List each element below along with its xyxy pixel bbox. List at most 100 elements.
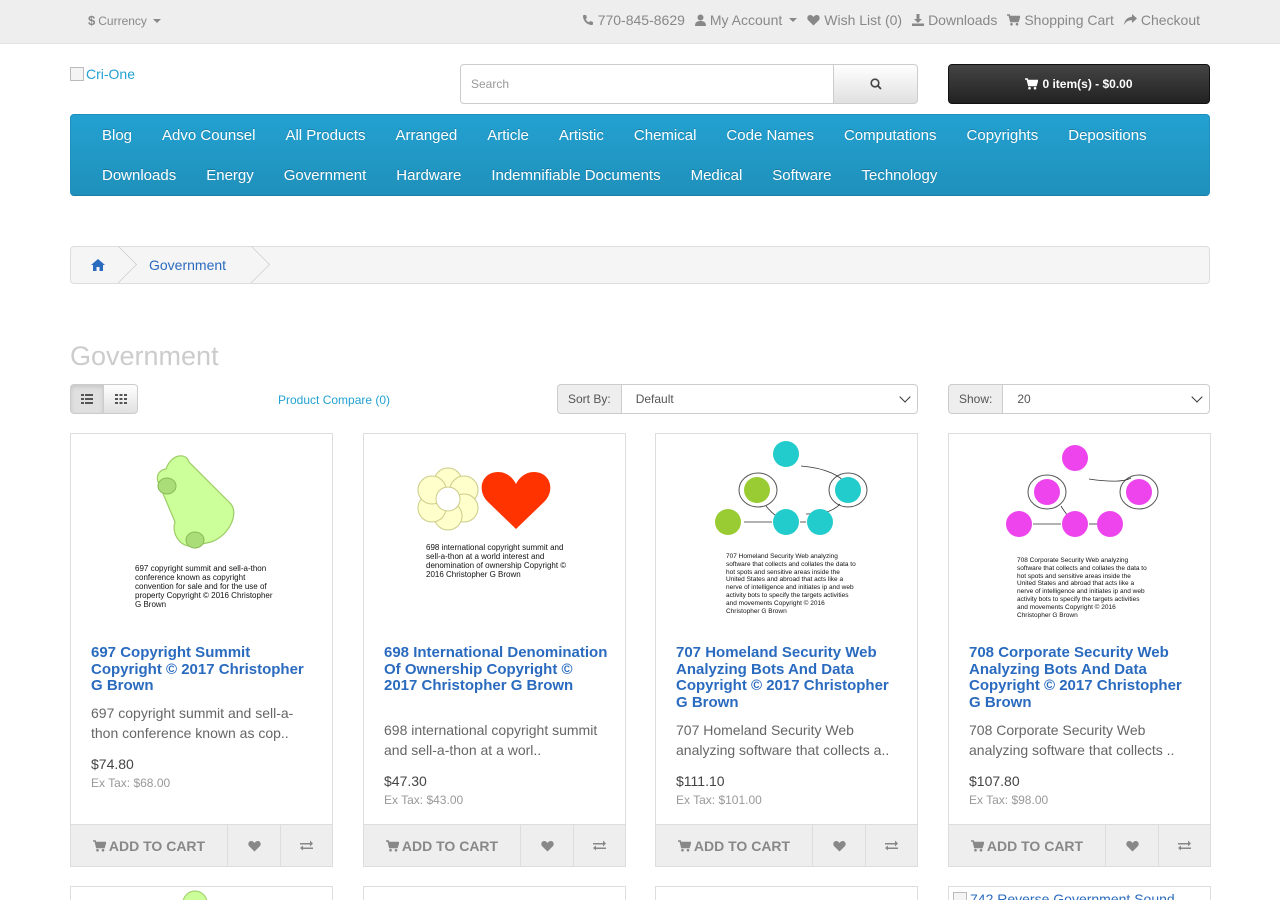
- menu-item-energy[interactable]: Energy: [191, 167, 269, 184]
- product-title[interactable]: 698 International Denomination Of Owners…: [384, 644, 608, 695]
- site-logo[interactable]: Cri-One: [70, 66, 135, 82]
- menu-item-arranged[interactable]: Arranged: [380, 127, 472, 144]
- product-image[interactable]: 697 copyright summit and sell-a-thon con…: [71, 434, 332, 634]
- downloads-link[interactable]: Downloads: [912, 12, 997, 28]
- product-card: 698 international copyright summit and s…: [363, 433, 626, 867]
- show-select[interactable]: 20: [1002, 384, 1210, 414]
- menu-row-1: Blog Advo Counsel All Products Arranged …: [87, 115, 1193, 155]
- search-input[interactable]: [460, 64, 834, 104]
- compare-button[interactable]: [281, 825, 333, 867]
- wishlist-link[interactable]: Wish List (0): [807, 12, 902, 28]
- chevron-down-icon: [152, 18, 161, 23]
- menu-item-technology[interactable]: Technology: [846, 167, 952, 184]
- product-compare-link[interactable]: Product Compare (0): [278, 393, 390, 407]
- menu-item-artistic[interactable]: Artistic: [544, 127, 619, 144]
- product-card: [363, 886, 626, 900]
- product-image-alt-link[interactable]: 742 Reverse Government Sound: [953, 891, 1175, 900]
- add-to-wishlist-button[interactable]: [813, 825, 866, 867]
- product-image[interactable]: 698 international copyright summit and s…: [364, 434, 625, 634]
- checkout-label: Checkout: [1140, 12, 1200, 28]
- share-icon: [1123, 14, 1137, 26]
- product-card: [655, 886, 918, 900]
- product-ex-tax: Ex Tax: $43.00: [384, 793, 464, 807]
- phone-link[interactable]: 770-845-8629: [582, 12, 685, 28]
- product-title[interactable]: 697 Copyright Summit Copyright © 2017 Ch…: [91, 644, 315, 695]
- sort-control: Sort By: Default: [557, 384, 918, 414]
- menu-item-government[interactable]: Government: [269, 167, 382, 184]
- cart-icon: [92, 839, 106, 852]
- product-image[interactable]: 707 Homeland Security Web analyzing soft…: [656, 434, 917, 634]
- breadcrumb-home[interactable]: [71, 247, 119, 283]
- image-caption: 707 Homeland Security Web analyzing soft…: [726, 553, 856, 615]
- add-to-cart-button[interactable]: Add to Cart: [70, 825, 228, 867]
- add-to-wishlist-button[interactable]: [228, 825, 281, 867]
- compare-button[interactable]: [1159, 825, 1211, 867]
- cart-icon: [385, 839, 399, 852]
- menu-row-2: Downloads Energy Government Hardware Ind…: [87, 155, 1193, 195]
- product-ex-tax: Ex Tax: $68.00: [91, 776, 171, 790]
- exchange-icon: [300, 840, 313, 851]
- sort-value: Default: [635, 392, 674, 406]
- add-to-wishlist-button[interactable]: [521, 825, 574, 867]
- cart-icon: [1007, 14, 1021, 26]
- product-description: 707 Homeland Security Web analyzing soft…: [676, 722, 890, 758]
- image-caption: 708 Corporate Security Web analyzing sof…: [1017, 557, 1147, 619]
- category-menu: Blog Advo Counsel All Products Arranged …: [70, 114, 1210, 196]
- broken-image-icon: [953, 892, 967, 900]
- cart-icon: [970, 839, 984, 852]
- checkout-link[interactable]: Checkout: [1123, 12, 1200, 28]
- menu-item-indemnifiable-documents[interactable]: Indemnifiable Documents: [476, 167, 675, 184]
- menu-item-advo-counsel[interactable]: Advo Counsel: [147, 127, 270, 144]
- chevron-down-icon: [899, 391, 911, 403]
- menu-item-blog[interactable]: Blog: [87, 127, 147, 144]
- add-to-wishlist-button[interactable]: [1106, 825, 1159, 867]
- product-image[interactable]: 708 Corporate Security Web analyzing sof…: [949, 434, 1210, 634]
- show-label: Show:: [948, 384, 1003, 414]
- menu-item-software[interactable]: Software: [757, 167, 846, 184]
- menu-item-copyrights[interactable]: Copyrights: [952, 127, 1054, 144]
- cart-summary-button[interactable]: 0 item(s) - $0.00: [948, 64, 1210, 104]
- product-ex-tax: Ex Tax: $98.00: [969, 793, 1049, 807]
- menu-item-depositions[interactable]: Depositions: [1053, 127, 1161, 144]
- add-to-cart-button[interactable]: Add to Cart: [655, 825, 813, 867]
- product-price: $74.80: [91, 756, 134, 772]
- add-to-cart-button[interactable]: Add to Cart: [363, 825, 521, 867]
- menu-item-article[interactable]: Article: [472, 127, 544, 144]
- product-title[interactable]: 708 Corporate Security Web Analyzing Bot…: [969, 644, 1193, 711]
- search-button[interactable]: [834, 64, 918, 104]
- menu-item-hardware[interactable]: Hardware: [381, 167, 476, 184]
- compare-button[interactable]: [574, 825, 626, 867]
- compare-button[interactable]: [866, 825, 918, 867]
- shopping-cart-link[interactable]: Shopping Cart: [1007, 12, 1114, 28]
- sort-select[interactable]: Default: [620, 384, 918, 414]
- add-to-cart-button[interactable]: Add to Cart: [948, 825, 1106, 867]
- user-icon: [694, 14, 706, 26]
- menu-item-chemical[interactable]: Chemical: [619, 127, 712, 144]
- currency-dropdown[interactable]: $ Currency: [88, 13, 161, 28]
- downloads-label: Downloads: [928, 12, 998, 28]
- menu-item-downloads[interactable]: Downloads: [87, 167, 191, 184]
- top-links: 770-845-8629 My Account Wish List (0) Do…: [582, 12, 1200, 28]
- product-description: 698 international copyright summit and s…: [384, 722, 598, 758]
- broken-image-icon: [70, 67, 84, 81]
- menu-item-computations[interactable]: Computations: [829, 127, 952, 144]
- product-title[interactable]: 707 Homeland Security Web Analyzing Bots…: [676, 644, 900, 711]
- cart-icon: [677, 839, 691, 852]
- heart-icon: [832, 840, 846, 852]
- heart-icon: [540, 840, 554, 852]
- product-actions: Add to Cart: [655, 824, 918, 867]
- wishlist-label: Wish List (0): [824, 12, 903, 28]
- product-image[interactable]: [71, 887, 333, 900]
- grid-view-button[interactable]: [104, 384, 138, 414]
- menu-item-all-products[interactable]: All Products: [270, 127, 380, 144]
- menu-item-medical[interactable]: Medical: [676, 167, 758, 184]
- product-actions: Add to Cart: [70, 824, 333, 867]
- my-account-dropdown[interactable]: My Account: [694, 12, 798, 28]
- breadcrumb-government[interactable]: Government: [119, 247, 252, 283]
- logo-alt-text: Cri-One: [86, 66, 136, 82]
- product-card: 742 Reverse Government Sound: [948, 886, 1211, 900]
- list-view-button[interactable]: [70, 384, 104, 414]
- image-caption: 698 international copyright summit and s…: [426, 543, 567, 579]
- home-icon: [91, 259, 105, 271]
- menu-item-code-names[interactable]: Code Names: [711, 127, 829, 144]
